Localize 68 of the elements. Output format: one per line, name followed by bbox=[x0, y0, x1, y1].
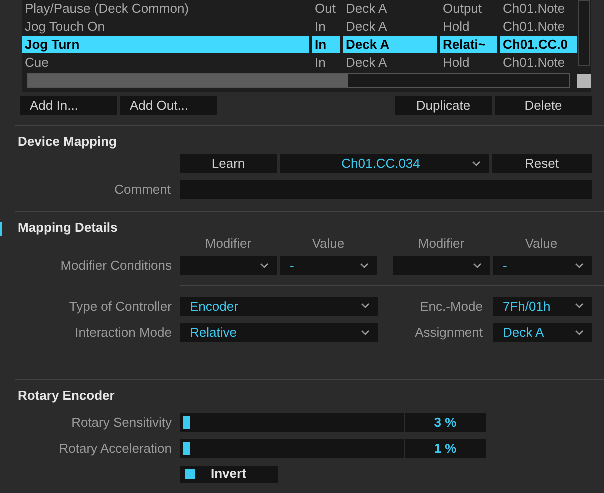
slider-fill[interactable] bbox=[183, 416, 190, 429]
selection-marker bbox=[0, 222, 2, 236]
chevron-down-icon bbox=[473, 262, 482, 269]
table-cell[interactable]: Out bbox=[312, 0, 340, 17]
field-label: Enc.-Mode bbox=[419, 298, 483, 316]
dropdown[interactable]: Ch01.CC.034 bbox=[280, 154, 489, 173]
chevron-down-icon bbox=[260, 262, 269, 269]
action-button[interactable]: Reset bbox=[492, 154, 592, 173]
table-cell[interactable]: Cue bbox=[22, 54, 309, 71]
invert-checkbox[interactable]: Invert bbox=[180, 466, 278, 482]
action-button[interactable]: Learn bbox=[180, 154, 277, 173]
table-cell[interactable]: Output bbox=[440, 0, 497, 17]
table-cell[interactable]: Relati~ bbox=[440, 36, 497, 53]
slider-reading: 3 % bbox=[405, 412, 486, 432]
column-header: Modifier bbox=[417, 234, 466, 252]
table-cell[interactable]: Ch01.Note bbox=[500, 18, 577, 35]
chevron-down-icon bbox=[361, 330, 370, 336]
vertical-scrollbar[interactable] bbox=[578, 0, 590, 66]
scrollbar-thumb[interactable] bbox=[28, 74, 348, 87]
chevron-down-icon bbox=[575, 303, 584, 310]
table-cell[interactable]: Deck A bbox=[343, 18, 437, 35]
section-title: Device Mapping bbox=[18, 135, 117, 148]
table-cell[interactable]: In bbox=[312, 54, 340, 71]
chevron-down-icon bbox=[575, 262, 584, 269]
action-button[interactable]: Duplicate bbox=[395, 96, 492, 115]
field-label: Rotary Acceleration bbox=[58, 440, 172, 458]
slider-reading: 1 % bbox=[405, 439, 486, 458]
table-cell[interactable]: Ch01.Note bbox=[500, 54, 577, 71]
table-cell[interactable]: Deck A bbox=[343, 0, 437, 17]
chevron-down-icon bbox=[575, 330, 584, 336]
table-cell[interactable]: Ch01.Note bbox=[500, 0, 577, 17]
field-label: Interaction Mode bbox=[74, 324, 172, 342]
column-header: Value bbox=[311, 234, 346, 252]
field-label: Rotary Sensitivity bbox=[70, 414, 172, 432]
checkbox-label: Invert bbox=[211, 465, 246, 484]
dropdown[interactable]: Deck A bbox=[493, 323, 592, 342]
section-title: Rotary Encoder bbox=[18, 388, 115, 402]
field-label: Type of Controller bbox=[68, 298, 172, 316]
table-cell[interactable]: Deck A bbox=[343, 54, 437, 71]
section-title: Mapping Details bbox=[18, 220, 118, 234]
slider-fill[interactable] bbox=[183, 442, 190, 456]
horizontal-scrollbar[interactable] bbox=[27, 73, 570, 88]
field-label: Comment bbox=[114, 181, 172, 199]
table-cell[interactable]: Ch01.CC.0 bbox=[500, 36, 577, 53]
table-cell[interactable]: Play/Pause (Deck Common) bbox=[22, 0, 309, 17]
scrollbar-corner bbox=[577, 74, 591, 88]
table-cell[interactable]: Deck A bbox=[343, 36, 437, 53]
table-cell[interactable]: In bbox=[312, 36, 340, 53]
action-button[interactable]: Add Out... bbox=[120, 96, 217, 115]
action-button[interactable]: Delete bbox=[495, 96, 592, 115]
dropdown[interactable]: - bbox=[280, 256, 377, 276]
column-header: Modifier bbox=[204, 234, 253, 252]
table-cell[interactable]: Jog Turn bbox=[22, 36, 309, 53]
field-label: Assignment bbox=[414, 324, 483, 342]
table-cell[interactable]: Hold bbox=[440, 18, 497, 35]
dropdown[interactable]: 7Fh/01h bbox=[493, 296, 592, 316]
chevron-down-icon bbox=[472, 160, 481, 166]
chevron-down-icon bbox=[361, 303, 370, 310]
table-cell[interactable]: Hold bbox=[440, 54, 497, 71]
table-cell[interactable]: Jog Touch On bbox=[22, 18, 309, 35]
dropdown[interactable]: Relative bbox=[180, 323, 378, 342]
action-button[interactable]: Add In... bbox=[20, 96, 117, 115]
column-header: Value bbox=[524, 234, 559, 252]
dropdown[interactable]: - bbox=[493, 256, 592, 276]
chevron-down-icon bbox=[360, 262, 369, 269]
field-label: Modifier Conditions bbox=[60, 257, 172, 275]
table-cell[interactable]: In bbox=[312, 18, 340, 35]
dropdown[interactable]: Encoder bbox=[180, 296, 378, 316]
